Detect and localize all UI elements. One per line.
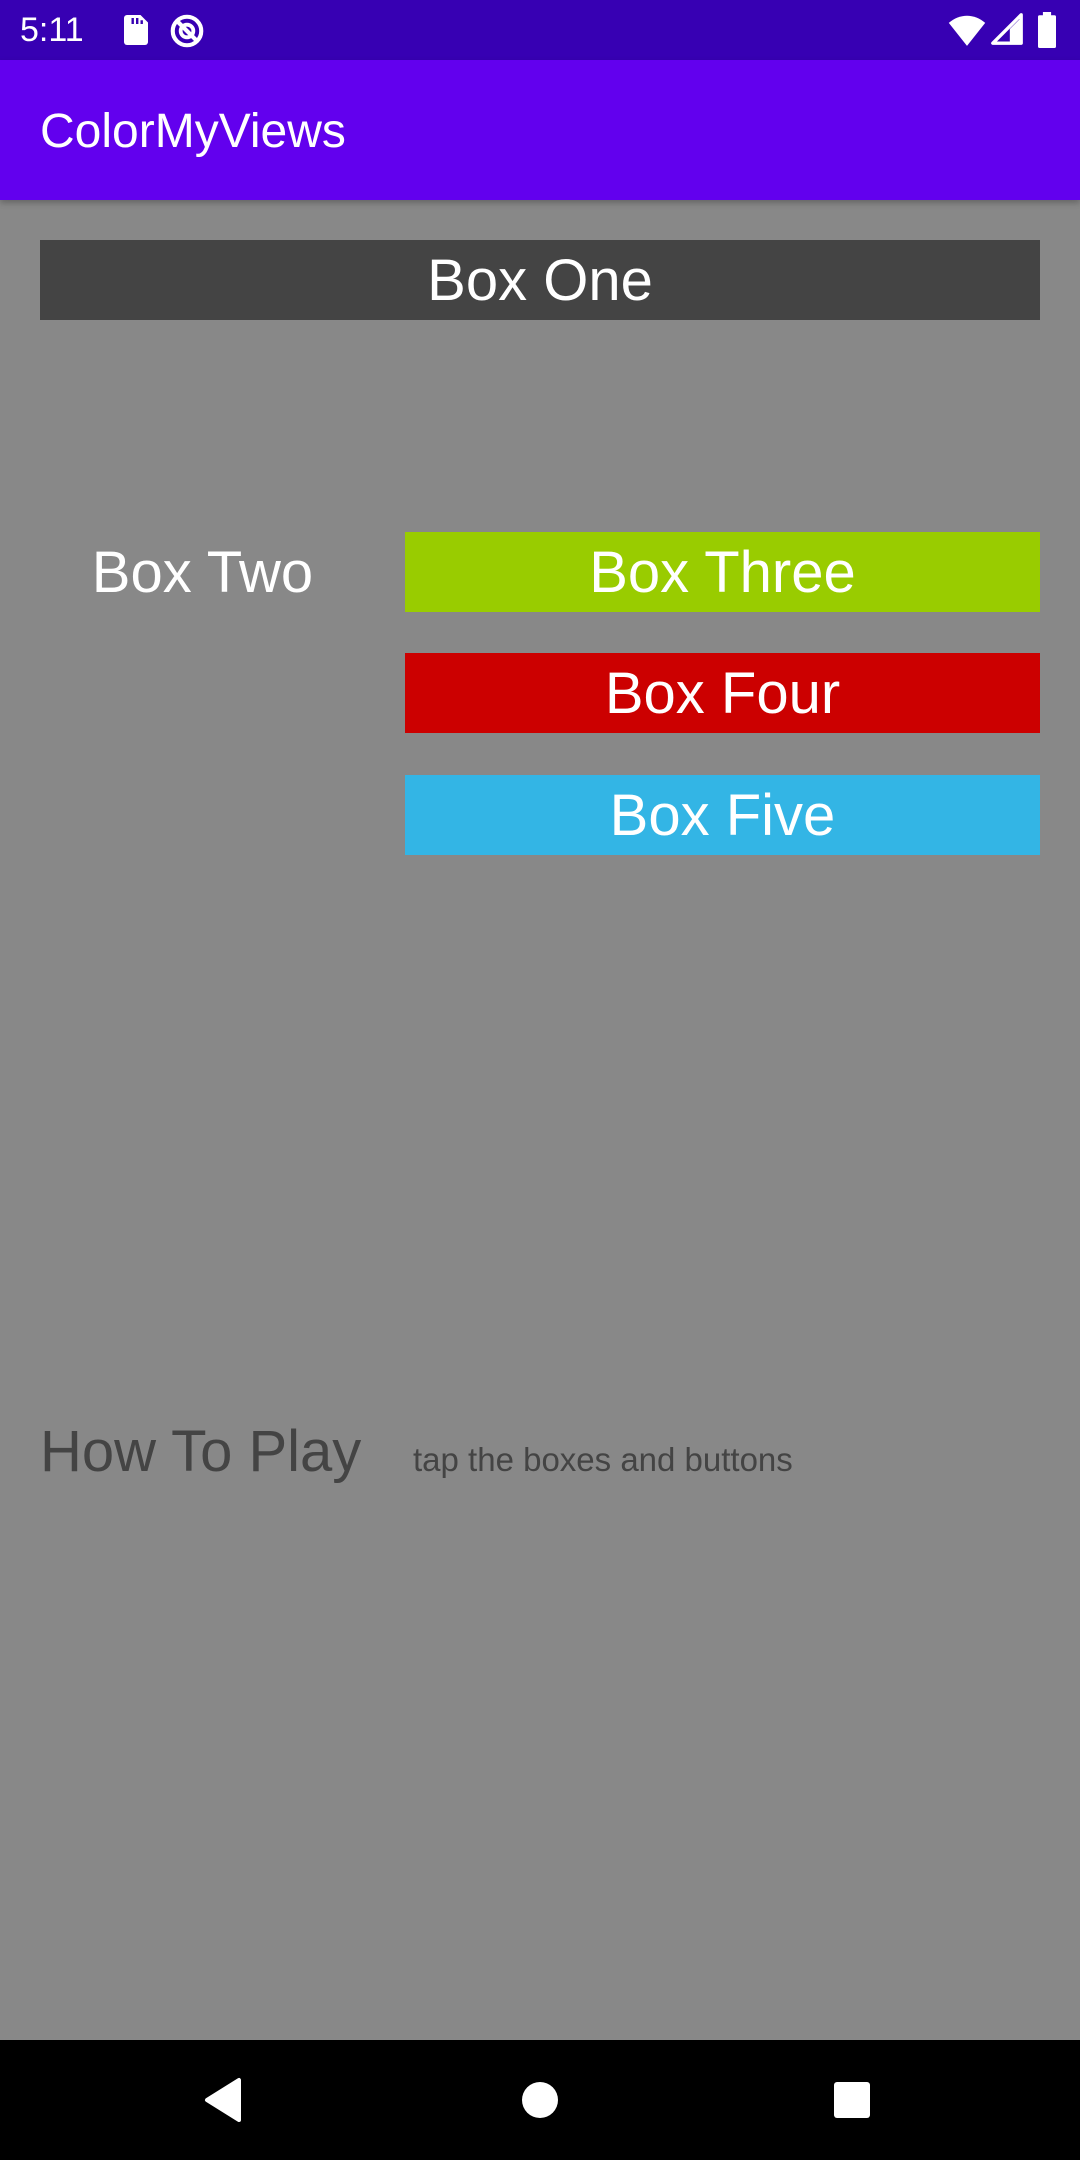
box-two[interactable]: Box Two — [40, 532, 365, 612]
app-title: ColorMyViews — [40, 105, 346, 158]
screen: 5:11 ColorMyViews Box One Box Two Box Th… — [0, 0, 1080, 2160]
how-to-play-text: tap the boxes and buttons — [413, 1441, 793, 1478]
recents-icon[interactable] — [822, 2070, 882, 2130]
battery-icon — [1036, 12, 1060, 48]
box-four[interactable]: Box Four — [405, 653, 1040, 733]
status-bar: 5:11 — [0, 0, 1080, 60]
navigation-bar — [0, 2040, 1080, 2160]
box-three[interactable]: Box Three — [405, 532, 1040, 612]
how-to-play-label: How To Play — [40, 1419, 362, 1484]
box-five[interactable]: Box Five — [405, 775, 1040, 855]
app-bar: ColorMyViews — [0, 60, 1080, 200]
wifi-icon — [948, 12, 986, 48]
data-saver-icon — [168, 12, 204, 48]
signal-icon — [990, 12, 1026, 48]
back-icon[interactable] — [195, 2070, 255, 2130]
sd-card-icon — [118, 12, 154, 48]
home-icon[interactable] — [510, 2070, 570, 2130]
box-one[interactable]: Box One — [40, 240, 1040, 320]
status-time: 5:11 — [20, 11, 84, 49]
